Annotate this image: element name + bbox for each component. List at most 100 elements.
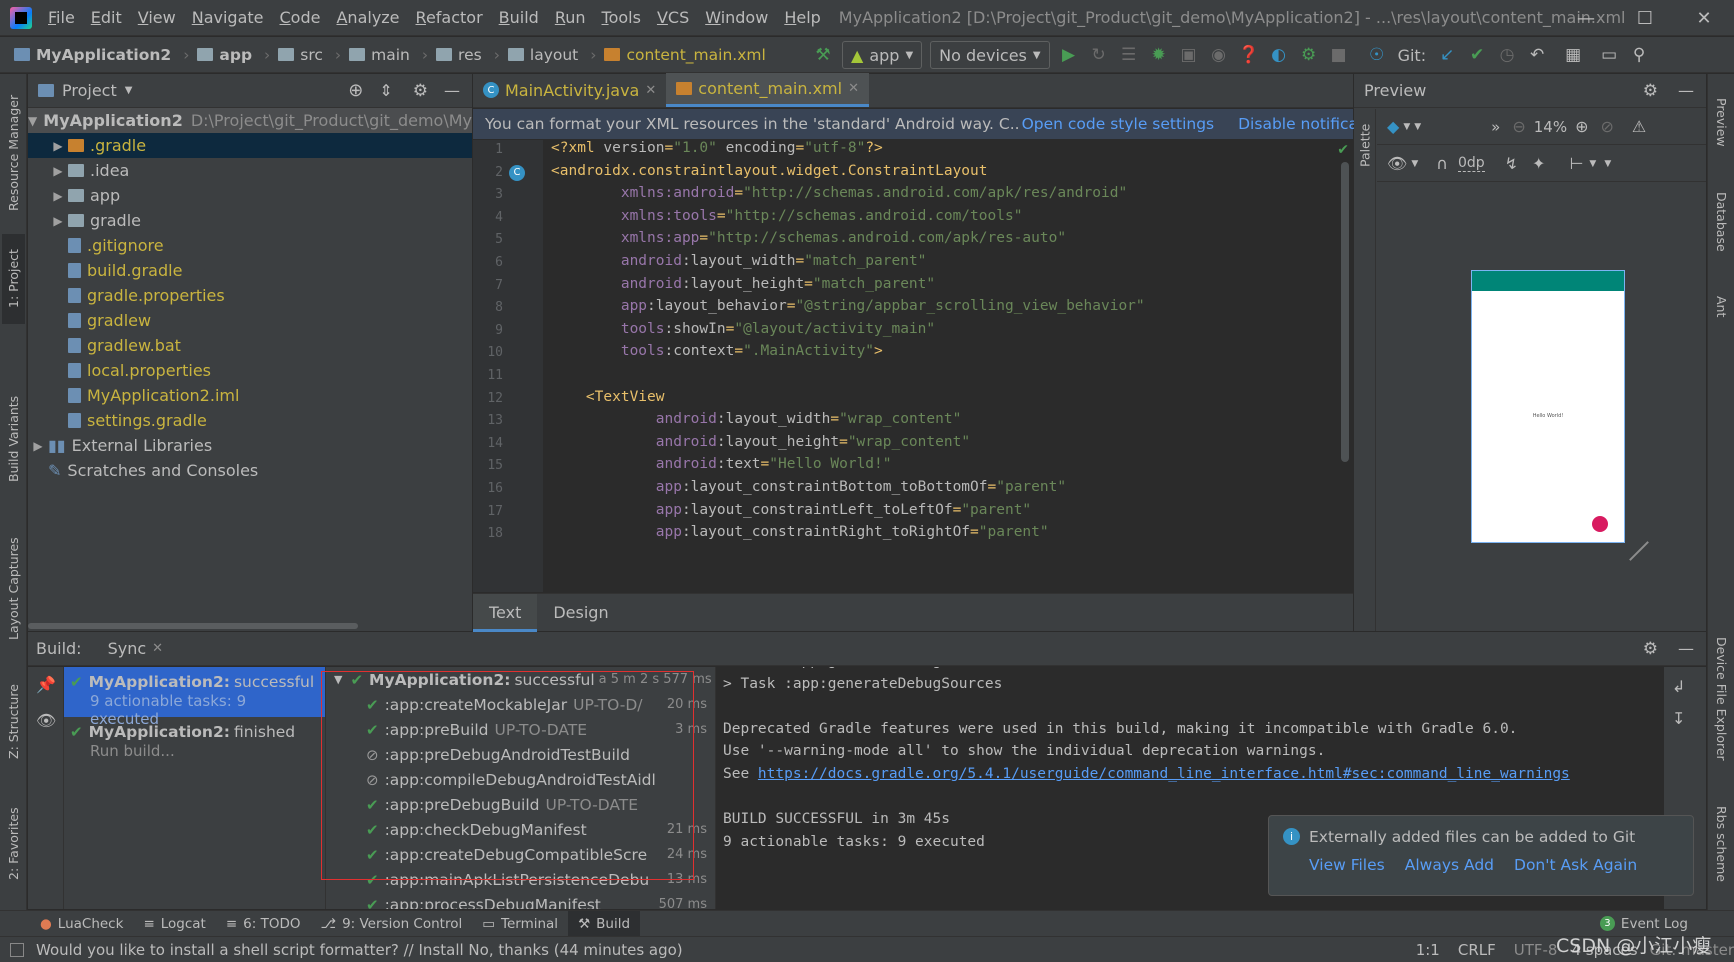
gear-icon[interactable]: ⚙ [413,81,428,101]
soft-wrap-icon[interactable]: ↲ [1672,677,1685,696]
file-encoding[interactable]: UTF-8 [1514,941,1558,959]
expand-arrow-icon[interactable]: ▼ [334,673,342,686]
menu-code[interactable]: Code [272,0,329,36]
tree-item[interactable]: .gitignore [28,233,472,258]
coverage-icon[interactable]: ▣ [1174,40,1204,70]
gear-icon[interactable]: ⚙ [1643,639,1658,659]
chevron-down-icon[interactable]: ▼ [1604,159,1611,169]
hide-icon[interactable]: — [444,81,460,100]
menu-tools[interactable]: Tools [594,0,649,36]
chevron-down-icon[interactable]: ▼ [1589,159,1596,169]
build-task-row[interactable]: ✔:app:createDebugCompatibleScre 24 ms [326,842,715,867]
expand-arrow-icon[interactable]: ▶ [48,214,68,228]
breadcrumb-res[interactable]: res › [432,46,504,64]
project-view-select[interactable]: Project [62,81,117,100]
chevron-down-icon[interactable]: ▼ [1403,122,1410,132]
hammer-icon[interactable]: ⚒ [808,40,838,70]
menu-window[interactable]: Window [697,0,776,36]
minimize-button[interactable]: — [1558,0,1614,36]
device-preview[interactable]: Hello World! [1471,270,1625,543]
tab-todo[interactable]: ≡ 6: TODO [216,911,311,937]
editor-scrollbar-thumb[interactable] [1341,162,1349,462]
tab-resource-manager[interactable]: Resource Manager [2,88,25,218]
sdk-manager-icon[interactable]: ☉ [1362,40,1392,70]
close-tab-icon[interactable]: ✕ [645,83,656,98]
breadcrumb-layout[interactable]: layout › [504,46,601,64]
gradle-docs-link[interactable]: https://docs.gradle.org/5.4.1/userguide/… [758,766,1570,782]
build-task-row[interactable]: ⊘:app:preDebugAndroidTestBuild [326,742,715,767]
apply-changes-icon[interactable]: ☰ [1114,40,1144,70]
close-window-button[interactable]: ✕ [1676,0,1732,36]
build-tree-root[interactable]: ▼ ✔ MyApplication2: successful a 5 m 2 s… [326,667,715,692]
tab-ant[interactable]: Ant [1710,279,1733,334]
collapse-all-icon[interactable]: ⇕ [379,81,392,100]
menu-analyze[interactable]: Analyze [328,0,407,36]
build-history-item-selected[interactable]: ✔ MyApplication2: successful 9 actionable … [64,667,325,728]
build-task-row[interactable]: ✔:app:createMockableJar UP-TO-D/20 ms [326,692,715,717]
maximize-button[interactable]: ☐ [1617,0,1673,36]
tree-item-external-libraries[interactable]: ▶ ▮▮ External Libraries [28,433,472,458]
build-history-item[interactable]: ✔ MyApplication2: finished Run build... [64,717,325,767]
view-files-link[interactable]: View Files [1309,856,1385,874]
menu-build[interactable]: Build [491,0,547,36]
hide-icon[interactable]: — [1678,81,1694,100]
expand-arrow-icon[interactable]: ▶ [48,139,68,153]
zoom-out-icon[interactable]: ⊖ [1512,117,1525,136]
terminal-icon[interactable]: ▭ [1594,40,1624,70]
tab-design[interactable]: Design [537,594,624,632]
gradle-sync-icon[interactable]: ⚙ [1294,40,1324,70]
menu-run[interactable]: Run [547,0,594,36]
warning-icon[interactable]: ⚠ [1632,117,1646,136]
close-tab-icon[interactable]: ✕ [848,81,859,96]
default-margin-select[interactable]: 0dp [1457,155,1485,172]
breadcrumb-file[interactable]: content_main.xml [600,46,769,64]
breadcrumb-app[interactable]: app › [193,46,274,64]
git-rollback-icon[interactable]: ↶ [1522,40,1552,70]
chevron-down-icon[interactable]: ▼ [125,85,133,96]
tab-rbs-scheme[interactable]: Rbs scheme [1710,794,1733,894]
locate-icon[interactable]: ⊕ [348,80,363,101]
build-task-row[interactable]: ✔:app:preBuild UP-TO-DATE 3 ms [326,717,715,742]
attach-debugger-icon[interactable]: ◉ [1204,40,1234,70]
tab-palette[interactable]: Palette [1354,115,1376,175]
tab-build-variants[interactable]: Build Variants [2,384,25,494]
git-commit-icon[interactable]: ✔ [1462,40,1492,70]
layers-icon[interactable]: ◆ [1387,117,1399,136]
tree-item[interactable]: gradlew [28,308,472,333]
tree-item[interactable]: settings.gradle [28,408,472,433]
eye-icon[interactable]: 👁 [1387,154,1407,173]
chevron-down-icon[interactable]: ▼ [1414,122,1421,132]
debug-icon[interactable]: ✹ [1144,40,1174,70]
pin-icon[interactable]: 📌 [36,675,56,694]
tree-item[interactable]: gradlew.bat [28,333,472,358]
rerun-icon[interactable]: ↻ [1084,40,1114,70]
build-task-row[interactable]: ✔:app:checkDebugManifest 21 ms [326,817,715,842]
tab-database[interactable]: Database [1710,174,1733,269]
clear-constraints-icon[interactable]: ↯ [1505,154,1518,173]
hide-icon[interactable]: — [1678,639,1694,658]
help-icon[interactable]: ❓ [1234,40,1264,70]
run-icon[interactable]: ▶ [1054,40,1084,70]
chevron-down-icon[interactable]: ▼ [1411,159,1418,169]
tab-mainactivity[interactable]: C MainActivity.java ✕ [473,73,666,107]
tree-item[interactable]: ▶ .idea [28,158,472,183]
tab-device-file-explorer[interactable]: Device File Explorer [1710,614,1733,784]
project-horizontal-scrollbar[interactable] [28,621,472,631]
guidelines-icon[interactable]: ⊢ [1569,154,1583,173]
git-update-icon[interactable]: ↙ [1432,40,1462,70]
run-config-select[interactable]: ▲ app ▼ [842,41,923,69]
open-code-style-link[interactable]: Open code style settings [1022,115,1215,133]
resize-handle[interactable] [1629,541,1649,561]
build-task-row[interactable]: ✔:app:processDebugManifest 507 ms [326,892,715,910]
menu-vcs[interactable]: VCS [649,0,697,36]
close-tab-icon[interactable]: ✕ [152,641,163,656]
stop-icon[interactable]: ■ [1324,40,1354,70]
tab-project[interactable]: 1: Project [2,234,25,324]
tree-root[interactable]: ▼ MyApplication2 D:\Project\git_Product\… [28,108,472,133]
zoom-fit-icon[interactable]: ⊘ [1601,117,1614,136]
breadcrumb-src[interactable]: src › [274,46,345,64]
infer-constraints-icon[interactable]: ✦ [1532,154,1545,173]
scrollbar-thumb[interactable] [28,623,358,629]
breadcrumb-project[interactable]: MyApplication2 › [10,46,193,64]
tab-terminal[interactable]: ▭ Terminal [472,911,568,937]
